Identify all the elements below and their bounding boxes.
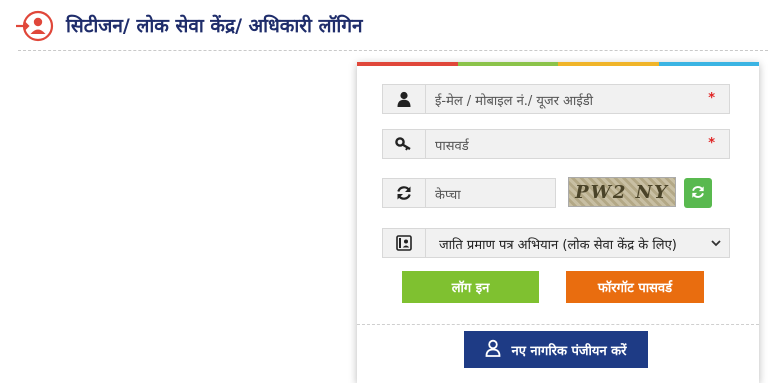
captcha-field[interactable]: केप्चा [382, 178, 556, 208]
user-icon [485, 339, 501, 361]
header-divider [18, 50, 768, 51]
password-placeholder: पासवर्ड [435, 139, 469, 154]
required-mark: * [708, 136, 715, 151]
forgot-password-button[interactable]: फॉरगॉट पासवर्ड [566, 271, 704, 303]
id-card-icon [383, 229, 426, 257]
refresh-icon [691, 184, 705, 203]
login-card: ई-मेल / मोबाइल नं./ यूजर आईडी * पासवर्ड … [357, 62, 759, 383]
required-mark: * [708, 91, 715, 106]
user-login-icon [14, 9, 54, 43]
page-header: सिटीजन/ लोक सेवा केंद्र/ अधिकारी लॉगिन [0, 0, 768, 48]
captcha-image: PW2 NY [568, 177, 676, 207]
key-icon [383, 130, 426, 158]
color-bar [357, 62, 759, 66]
login-type-select[interactable]: जाति प्रमाण पत्र अभियान (लोक सेवा केंद्र… [382, 228, 730, 258]
register-button[interactable]: नए नागरिक पंजीयन करें [464, 331, 648, 368]
username-placeholder: ई-मेल / मोबाइल नं./ यूजर आईडी [435, 94, 594, 109]
captcha-refresh-button[interactable] [684, 178, 712, 208]
username-field[interactable]: ई-मेल / मोबाइल नं./ यूजर आईडी * [382, 84, 730, 114]
page-title: सिटीजन/ लोक सेवा केंद्र/ अधिकारी लॉगिन [66, 15, 363, 37]
user-icon [383, 85, 426, 113]
chevron-down-icon [709, 235, 723, 254]
password-field[interactable]: पासवर्ड * [382, 129, 730, 159]
card-divider [357, 324, 759, 325]
login-type-value: जाति प्रमाण पत्र अभियान (लोक सेवा केंद्र… [439, 238, 677, 253]
refresh-icon [383, 179, 426, 207]
login-button[interactable]: लॉग इन [402, 271, 539, 303]
register-label: नए नागरिक पंजीयन करें [511, 343, 627, 359]
captcha-placeholder: केप्चा [435, 188, 461, 203]
